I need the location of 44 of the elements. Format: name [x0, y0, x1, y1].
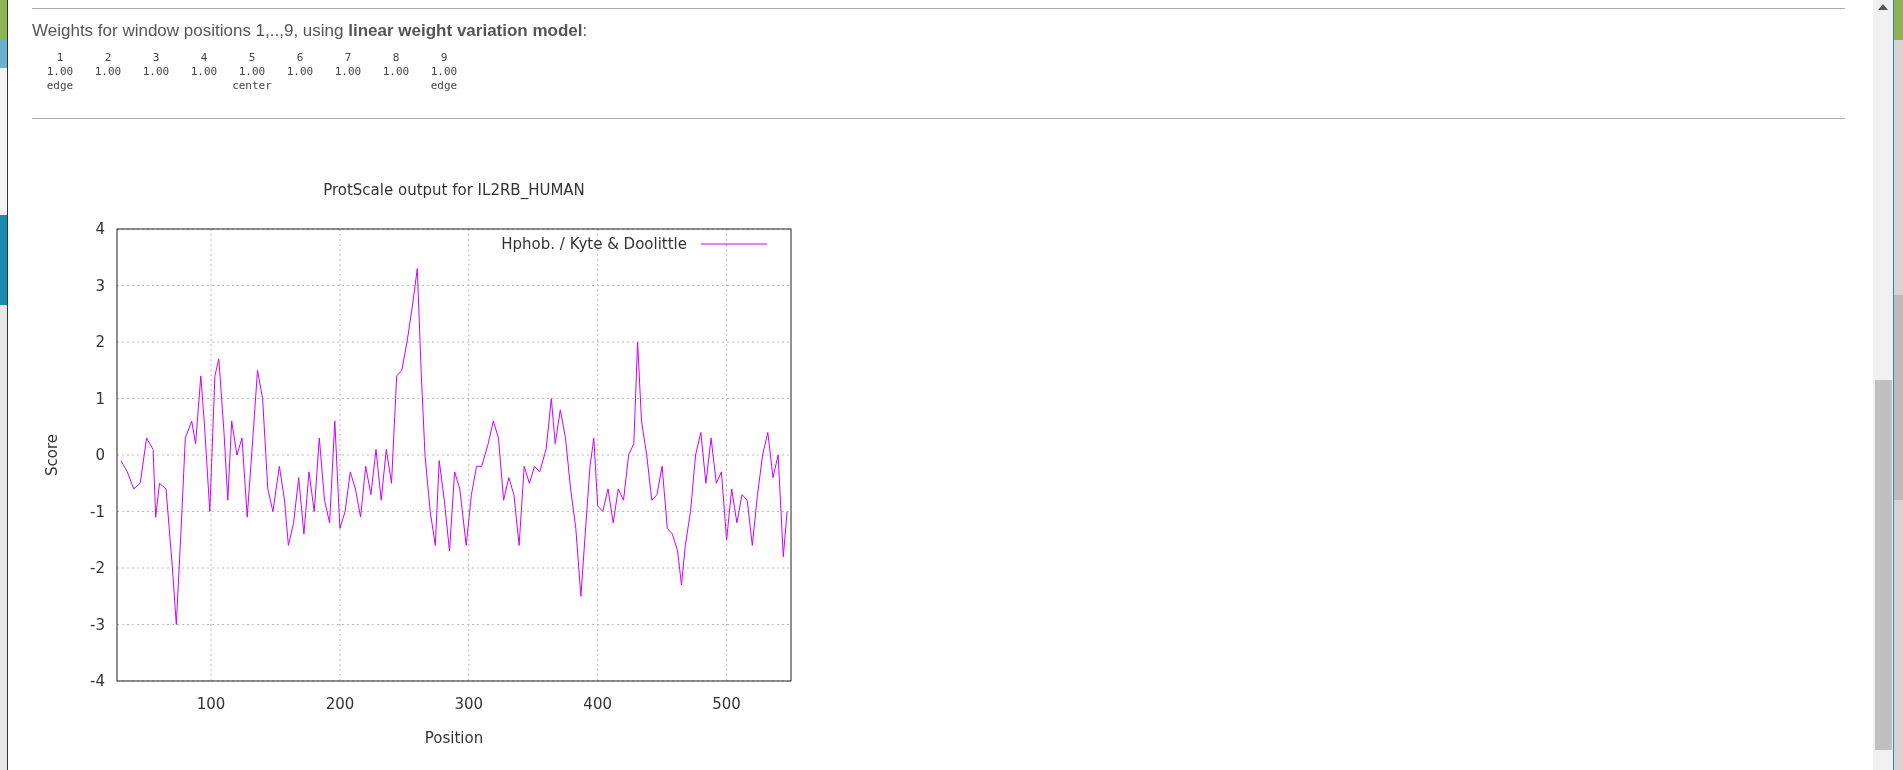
weight-value: 1.00 [429, 65, 459, 78]
y-tick-label: -4 [90, 672, 105, 690]
scrollbar[interactable] [1873, 0, 1894, 770]
y-tick-label: 4 [95, 220, 105, 238]
weights-heading: Weights for window positions 1,..,9, using linear weight variation model: [32, 21, 589, 41]
position-number: 2 [103, 51, 113, 64]
position-note: edge [429, 79, 459, 92]
weight-value: 1.00 [189, 65, 219, 78]
position-note: edge [45, 79, 75, 92]
y-tick-label: -1 [90, 502, 105, 521]
position-number: 9 [439, 51, 449, 64]
y-tick-label: -2 [90, 559, 105, 577]
x-tick-label: 100 [196, 695, 226, 713]
y-axis-label: Score [43, 434, 61, 476]
position-number: 8 [391, 51, 401, 64]
x-tick-label: 300 [454, 695, 484, 713]
x-tick-label: 400 [583, 695, 612, 713]
y-tick-label: -3 [90, 615, 105, 634]
y-tick-label: 1 [95, 389, 105, 408]
weight-value: 1.00 [45, 65, 75, 78]
position-number: 5 [247, 51, 257, 64]
y-tick-label: 2 [95, 333, 105, 351]
x-tick-label: 500 [712, 695, 741, 713]
x-axis-label: Position [424, 729, 484, 747]
position-number: 1 [55, 51, 65, 64]
y-tick-label: 0 [95, 446, 105, 464]
position-note: center [231, 79, 273, 92]
position-number: 6 [295, 51, 305, 64]
weight-value: 1.00 [93, 65, 123, 78]
weight-value: 1.00 [141, 65, 171, 78]
position-number: 7 [343, 51, 353, 64]
weight-value: 1.00 [381, 65, 411, 78]
position-number: 3 [151, 51, 161, 64]
scroll-up-icon[interactable] [1878, 4, 1888, 10]
x-tick-label: 200 [325, 695, 355, 713]
chart-title: ProtScale output for IL2RB_HUMAN [323, 181, 585, 199]
weight-value: 1.00 [285, 65, 315, 78]
position-number: 4 [199, 51, 209, 64]
y-tick-label: 3 [95, 276, 105, 295]
weight-value: 1.00 [333, 65, 363, 78]
weight-value: 1.00 [237, 65, 267, 78]
legend-label: Hphob. / Kyte & Doolittle [501, 235, 687, 253]
scrollbar-thumb[interactable] [1874, 380, 1892, 750]
legend-line [700, 243, 768, 245]
